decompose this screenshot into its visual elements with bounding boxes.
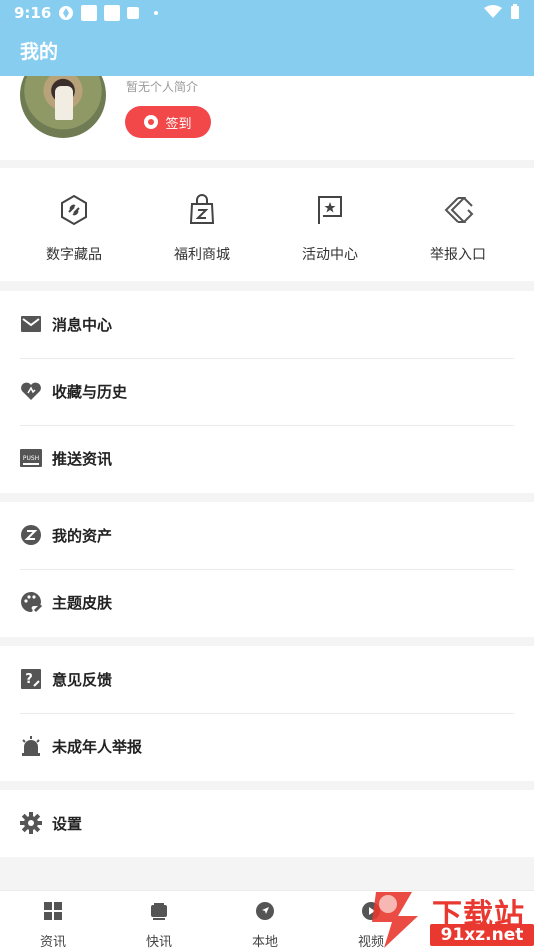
profile-card: 暂无个人简介 签到 [0,76,534,160]
menu-group-assets: 我的资产 主题皮肤 [0,502,534,637]
menu-item-label: 未成年人举报 [52,738,143,756]
gear-icon [20,812,42,834]
grid-item-digital-collectibles[interactable]: 数字藏品 [10,168,138,281]
app-notification-icon [59,6,73,20]
menu-item-feedback[interactable]: ? 意见反馈 [0,646,534,713]
grid-item-label: 举报入口 [430,247,486,263]
quick-access-grid: 数字藏品 福利商城 活动中心 举报入口 [0,168,534,281]
status-notification-icons [58,5,158,21]
shopping-bag-icon [189,194,215,224]
tab-label: 快讯 [145,935,172,950]
heart-icon [21,382,41,400]
wifi-icon [484,5,502,18]
menu-item-label: 推送资讯 [52,450,113,468]
app-header: 我的 [0,26,534,76]
tab-label: 本地 [251,935,278,950]
menu-item-theme-skin[interactable]: 主题皮肤 [0,569,534,636]
status-time: 9:16 [14,4,52,22]
site-watermark: 下载站 91xz.net [362,884,534,950]
menu-item-label: 意见反馈 [52,671,113,689]
menu-item-my-assets[interactable]: 我的资产 [0,502,534,569]
mail-icon [21,316,41,332]
menu-group-main: 消息中心 收藏与历史 PUSH 推送资讯 [0,291,534,493]
tv-icon [151,903,167,920]
menu-item-label: 我的资产 [52,527,113,545]
avatar[interactable] [20,76,106,138]
grid-item-label: 活动中心 [302,247,358,263]
battery-icon [511,4,519,19]
notification-square-icon [127,7,139,19]
compass-icon [256,902,274,920]
watermark-logo-icon [372,892,418,948]
feedback-icon: ? [21,669,41,689]
svg-text:PUSH: PUSH [23,455,39,462]
tab-label: 资讯 [39,935,66,950]
notification-square-icon [81,5,97,21]
menu-group-settings: 设置 [0,790,534,857]
more-notifications-dot-icon [154,11,158,15]
flag-star-icon [318,196,342,224]
tab-news[interactable]: 资讯 [0,891,106,950]
menu-item-message-center[interactable]: 消息中心 [0,291,534,358]
watermark-url: 91xz.net [430,924,534,946]
tab-local[interactable]: 本地 [212,891,318,950]
profile-bio: 暂无个人简介 [126,80,199,94]
menu-item-favorites-history[interactable]: 收藏与历史 [0,358,534,425]
alarm-icon [22,736,40,756]
svg-text:?: ? [25,672,33,687]
grid-icon [44,902,62,920]
menu-item-label: 消息中心 [52,316,113,334]
push-icon: PUSH [20,449,42,467]
grid-item-activity-center[interactable]: 活动中心 [266,168,394,281]
grid-item-welfare-mall[interactable]: 福利商城 [138,168,266,281]
digital-collectible-icon [61,194,87,226]
menu-item-settings[interactable]: 设置 [0,790,534,857]
menu-item-label: 收藏与历史 [52,383,128,401]
signin-icon [144,115,159,129]
menu-item-minor-report[interactable]: 未成年人举报 [0,713,534,780]
menu-item-label: 设置 [52,815,83,833]
status-bar: 9:16 [0,0,534,26]
menu-item-label: 主题皮肤 [52,594,113,612]
menu-item-push-news[interactable]: PUSH 推送资讯 [0,425,534,492]
grid-item-report-entry[interactable]: 举报入口 [394,168,522,281]
signin-label: 签到 [165,116,192,132]
tab-flash[interactable]: 快讯 [106,891,212,950]
report-arrow-icon [444,197,474,223]
asset-coin-icon [21,525,41,545]
grid-item-label: 福利商城 [174,247,230,263]
palette-icon [21,592,42,613]
page-title: 我的 [20,41,59,63]
menu-group-feedback: ? 意见反馈 未成年人举报 [0,646,534,781]
notification-square-icon [104,5,120,21]
signin-button[interactable]: 签到 [125,106,211,138]
grid-item-label: 数字藏品 [46,247,102,263]
